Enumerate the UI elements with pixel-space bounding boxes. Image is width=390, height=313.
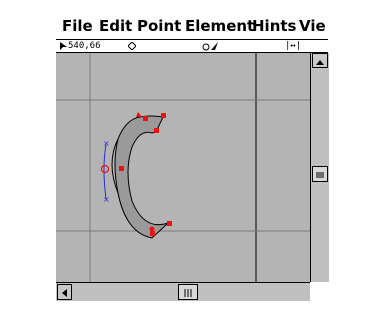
horizontal-scrollbar[interactable]	[56, 282, 310, 301]
font-editor-window: File Edit Point Element Hints Vie 540,66…	[56, 14, 329, 301]
start-point[interactable]	[100, 164, 110, 174]
vertical-scrollbar[interactable]	[310, 53, 329, 282]
info-bar: 540,66 |↔|	[56, 39, 328, 53]
control-point-bottom[interactable]	[150, 231, 155, 236]
glyph-canvas[interactable]: × ×	[56, 53, 310, 282]
menu-point[interactable]: Point	[137, 17, 181, 35]
grip-icon	[316, 172, 324, 178]
curve-tool-icon[interactable]	[202, 41, 220, 51]
horizontal-scroll-thumb[interactable]	[178, 284, 198, 300]
menu-edit[interactable]: Edit	[99, 17, 132, 35]
pointer-icon	[60, 42, 67, 50]
arrow-up-icon	[316, 60, 324, 65]
glyph-c-shape[interactable]	[114, 115, 169, 239]
menu-element[interactable]: Element	[185, 17, 254, 35]
arrow-left-icon	[62, 289, 67, 297]
control-point-left[interactable]	[119, 166, 124, 171]
menu-bar: File Edit Point Element Hints Vie	[56, 14, 328, 39]
cursor-coordinates: 540,66	[68, 41, 101, 51]
hint-marker-top: ×	[103, 139, 110, 148]
control-point-bottom-right[interactable]	[167, 221, 172, 226]
vertical-scroll-thumb[interactable]	[312, 166, 328, 182]
grip-icon	[184, 289, 192, 297]
width-indicator: |↔|	[285, 41, 302, 51]
diamond-icon	[128, 42, 136, 50]
control-point-top-right[interactable]	[161, 113, 166, 118]
menu-file[interactable]: File	[62, 17, 93, 35]
control-point-bottom-handle[interactable]	[149, 226, 155, 232]
menu-hints[interactable]: Hints	[252, 17, 296, 35]
menu-view[interactable]: Vie	[299, 17, 326, 35]
control-point-top-left[interactable]	[143, 116, 148, 121]
control-point-terminal[interactable]	[154, 128, 159, 133]
scroll-left-button[interactable]	[57, 284, 72, 300]
glyph-outline[interactable]: × ×	[56, 53, 310, 282]
scroll-up-button[interactable]	[312, 53, 328, 68]
hint-marker-bottom: ×	[103, 195, 110, 204]
direction-arrow	[136, 112, 142, 117]
